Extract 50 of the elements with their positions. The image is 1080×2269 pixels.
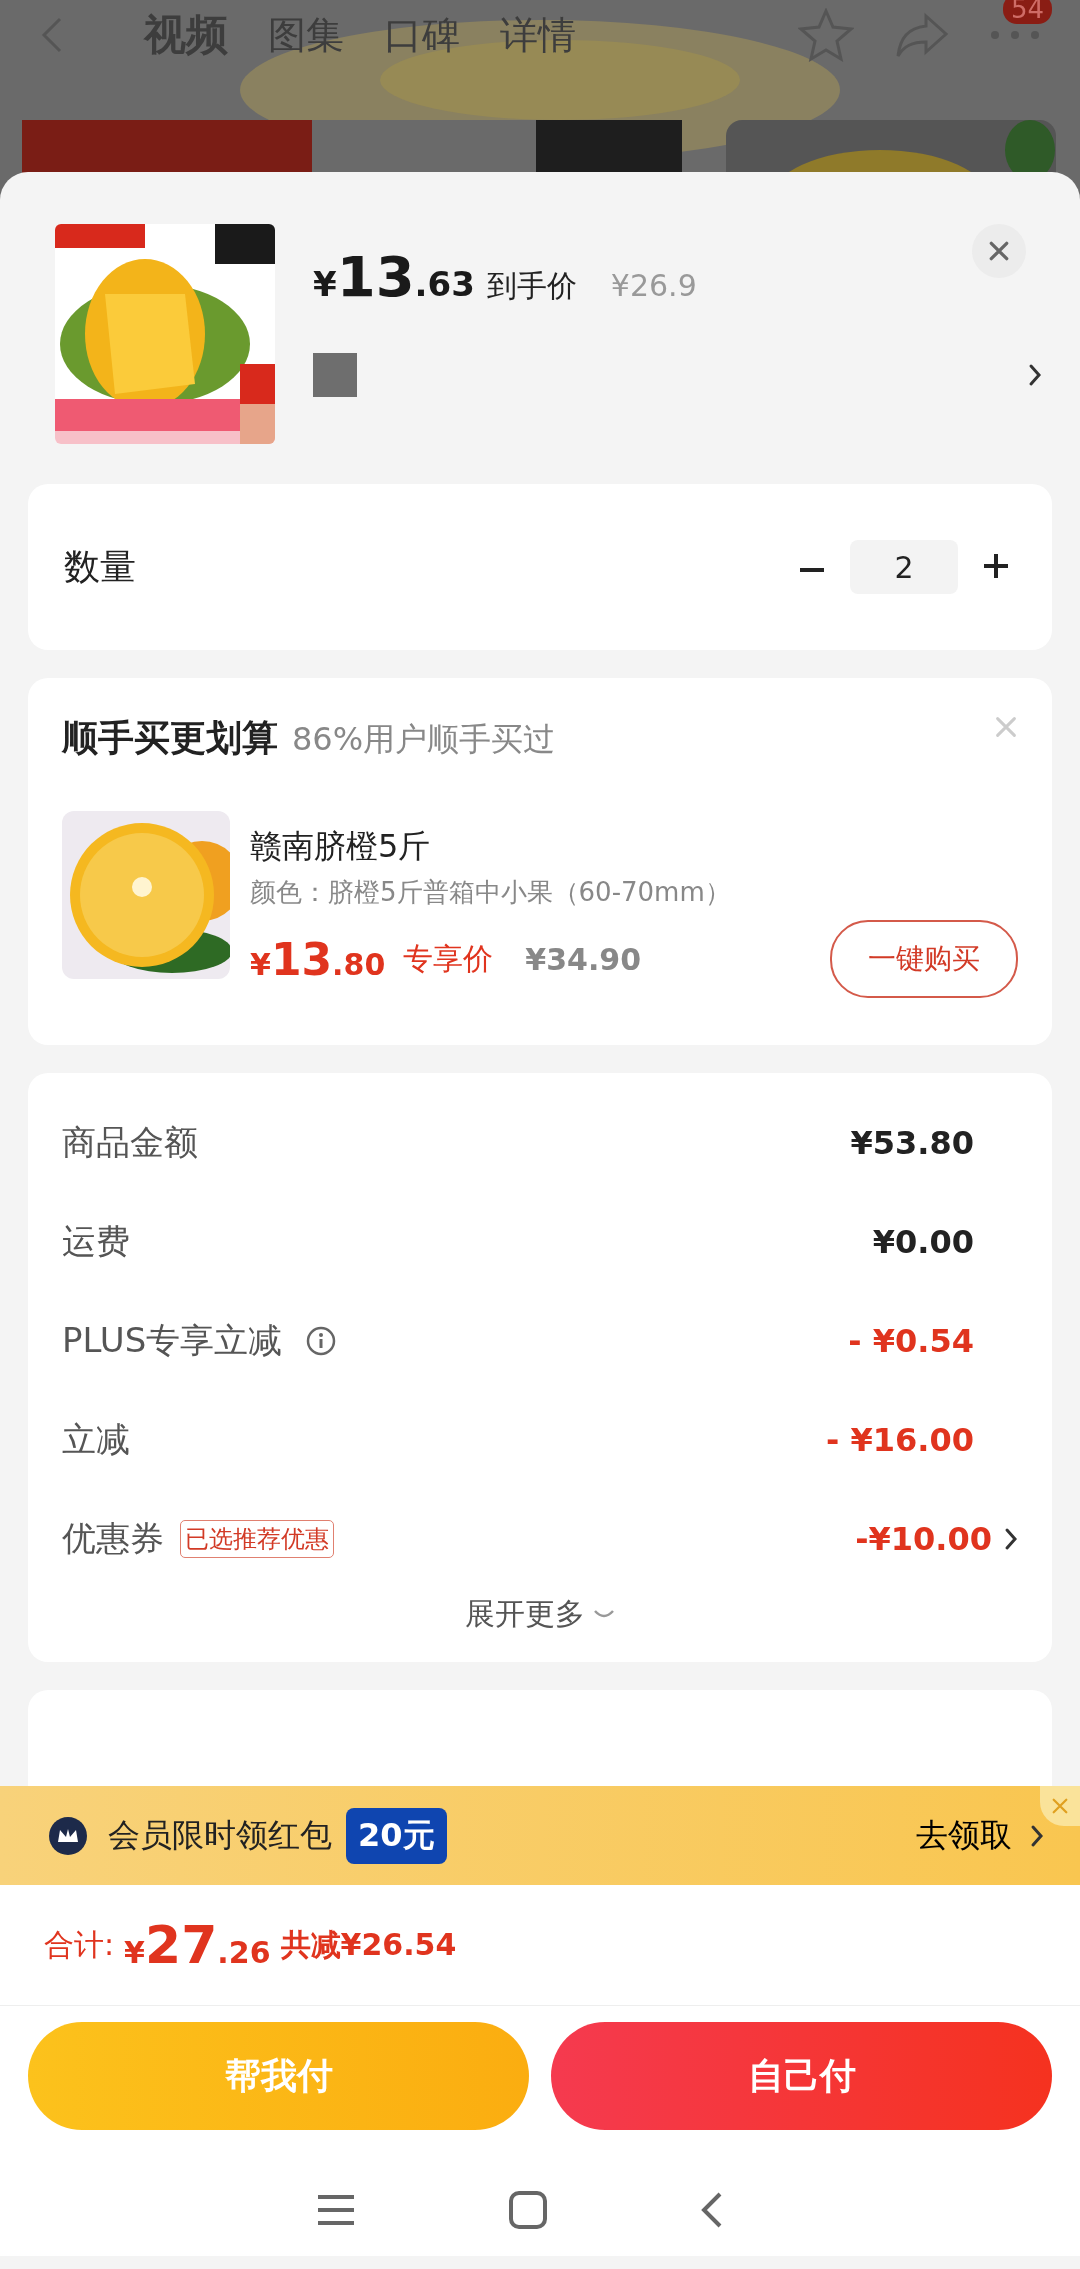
quantity-label: 数量 (64, 544, 137, 589)
coupon-tag: 已选推荐优惠 (180, 1519, 334, 1558)
chevron-right-icon (1004, 1526, 1018, 1551)
promo-banner[interactable]: 会员限时领红包 20元 去领取 (0, 1786, 1080, 1885)
close-icon (1051, 1797, 1069, 1815)
close-icon (994, 715, 1018, 739)
summary-label: 商品金额 (62, 1120, 198, 1164)
square-icon (508, 2189, 548, 2230)
nav-tab[interactable]: 详情 (500, 7, 576, 63)
summary-value: - ¥0.54 (848, 1321, 974, 1360)
summary-label: 运费 (62, 1219, 130, 1263)
upsell-title: 顺手买更划算 (62, 716, 278, 760)
menu-icon (316, 2193, 356, 2226)
nav-tab[interactable]: 图集 (268, 7, 344, 63)
summary-value: ¥0.00 (872, 1222, 974, 1261)
total-label: 合计: (44, 1925, 115, 1964)
item-spec: 颜色：脐橙5斤普箱中小果（60-70mm） (250, 876, 732, 909)
promo-text: 会员限时领红包 (108, 1814, 332, 1856)
quantity-field[interactable]: 2 (850, 540, 958, 594)
expand-more-button[interactable]: 展开更多 (62, 1588, 1018, 1636)
nav-tab[interactable]: 口碑 (384, 7, 460, 63)
close-icon (988, 240, 1010, 262)
plus-icon (982, 551, 1010, 580)
promo-badge: 20元 (346, 1807, 447, 1864)
info-icon[interactable] (306, 1325, 337, 1356)
item-price: ¥13.80 (250, 933, 386, 985)
original-price: ¥26.9 (610, 268, 697, 303)
chevron-right-icon (1028, 363, 1042, 387)
minus-icon (798, 567, 826, 572)
summary-value: - ¥16.00 (826, 1420, 974, 1459)
summary-label: 优惠券 (62, 1516, 164, 1560)
variant-swatch[interactable] (313, 353, 357, 397)
total-price: ¥27.26 (124, 1915, 271, 1975)
buy-button[interactable]: 一键购买 (830, 920, 1018, 998)
total-saving: 共减¥26.54 (280, 1925, 457, 1964)
summary-value: -¥10.00 (855, 1519, 992, 1558)
claim-link[interactable]: 去领取 (910, 1812, 1050, 1859)
item-name: 赣南脐橙5斤 (250, 826, 432, 867)
summary-label: PLUS专享立减 (62, 1318, 283, 1362)
original-price: ¥34.90 (525, 941, 642, 977)
chevron-right-icon (1030, 1823, 1044, 1848)
product-price: ¥13.63 (313, 244, 475, 309)
pay-button[interactable]: 自己付 (551, 2022, 1052, 2130)
summary-value: ¥53.80 (850, 1123, 974, 1162)
price-label: 到手价 (486, 267, 577, 305)
summary-label: 立减 (62, 1417, 130, 1461)
price-label: 专享价 (403, 939, 494, 978)
star-icon[interactable] (798, 8, 854, 62)
crown-icon (48, 1815, 88, 1856)
upsell-subtitle: 86%用户顺手买过 (292, 719, 556, 760)
